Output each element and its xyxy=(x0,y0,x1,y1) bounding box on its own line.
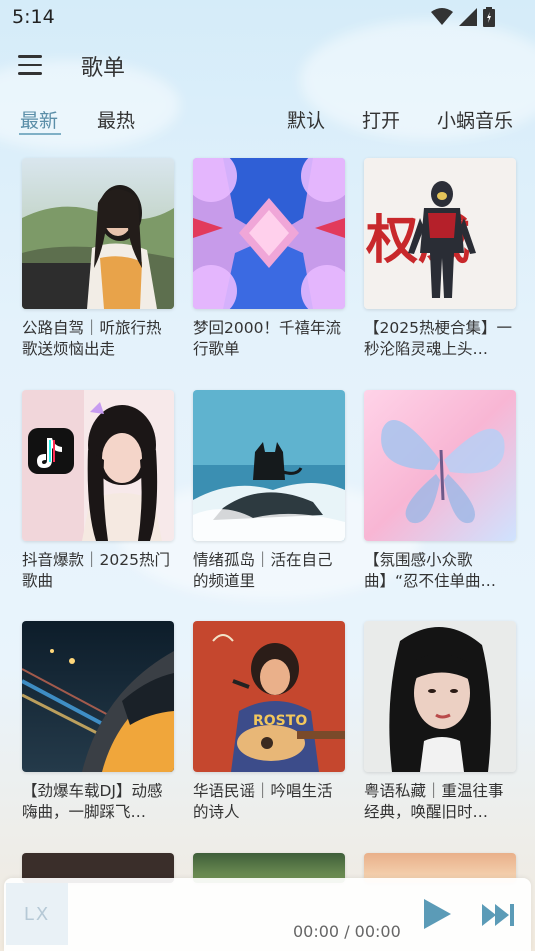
tab-hot[interactable]: 最热 xyxy=(97,106,135,133)
skip-next-icon[interactable] xyxy=(480,902,516,928)
playlist-title: 【氛围感小众歌曲】“忍不住单曲… xyxy=(364,551,497,590)
playlist-title: 华语民谣｜吟唱生活的诗人 xyxy=(193,782,333,821)
playlist-title: 梦回2000！千禧年流行歌单 xyxy=(193,319,341,358)
playlist-title: 抖音爆款｜2025热门歌曲 xyxy=(22,551,170,590)
playlist-title: 情绪孤岛｜活在自己的频道里 xyxy=(193,551,333,590)
playlist-card[interactable]: ROSTO 华语民谣｜吟唱生活的诗人 xyxy=(193,621,345,823)
tab-open[interactable]: 打开 xyxy=(362,106,400,133)
playlist-card[interactable]: 【氛围感小众歌曲】“忍不住单曲… xyxy=(364,390,516,592)
menu-icon[interactable] xyxy=(18,50,52,80)
playlist-cover xyxy=(364,390,516,541)
player-time: 00:00 / 00:00 xyxy=(293,922,401,941)
playlist-cover xyxy=(193,390,345,541)
tab-active-indicator xyxy=(19,133,61,135)
player-cover[interactable]: LX xyxy=(6,883,68,945)
playlist-card[interactable]: 梦回2000！千禧年流行歌单 xyxy=(193,158,345,360)
status-bar: 5:14 xyxy=(0,0,535,36)
playlist-cover xyxy=(22,621,174,772)
play-icon[interactable] xyxy=(418,896,454,932)
playlist-card[interactable]: 情绪孤岛｜活在自己的频道里 xyxy=(193,390,345,592)
source-selector[interactable]: 小蜗音乐 xyxy=(437,106,513,133)
sort-tabs: 最新 最热 默认 打开 小蜗音乐 xyxy=(0,100,535,140)
playlist-card[interactable]: 公路自驾｜听旅行热歌送烦恼出走 xyxy=(22,158,174,360)
playlist-title: 【2025热梗合集】一秒沦陷灵魂上头… xyxy=(364,319,512,358)
battery-icon xyxy=(483,7,495,27)
playlist-card[interactable]: 抖音爆款｜2025热门歌曲 xyxy=(22,390,174,592)
playlist-cover xyxy=(193,158,345,309)
playlist-cover xyxy=(22,390,174,541)
playlist-cover xyxy=(364,621,516,772)
playlist-cover xyxy=(22,158,174,309)
playlist-card[interactable]: 权威 【2025热梗合集】一秒沦陷灵魂上头… xyxy=(364,158,516,360)
wifi-icon xyxy=(431,8,453,25)
top-bar: 歌单 xyxy=(0,40,535,90)
playlist-card[interactable]: 粤语私藏｜重温往事经典，唤醒旧时… xyxy=(364,621,516,823)
tab-latest[interactable]: 最新 xyxy=(20,106,58,133)
signal-icon xyxy=(459,8,477,26)
playlist-cover: 权威 xyxy=(364,158,516,309)
status-time: 5:14 xyxy=(12,6,55,28)
tab-default[interactable]: 默认 xyxy=(287,106,325,133)
playlist-cover: ROSTO xyxy=(193,621,345,772)
player-bar: LX 00:00 / 00:00 xyxy=(4,878,531,951)
playlist-title: 【劲爆车载DJ】动感嗨曲，一脚踩飞… xyxy=(22,782,163,821)
playlist-title: 公路自驾｜听旅行热歌送烦恼出走 xyxy=(22,319,162,358)
playlist-card[interactable]: 【劲爆车载DJ】动感嗨曲，一脚踩飞… xyxy=(22,621,174,823)
playlist-title: 粤语私藏｜重温往事经典，唤醒旧时… xyxy=(364,782,504,821)
status-icons xyxy=(431,7,495,27)
page-title: 歌单 xyxy=(81,56,126,81)
